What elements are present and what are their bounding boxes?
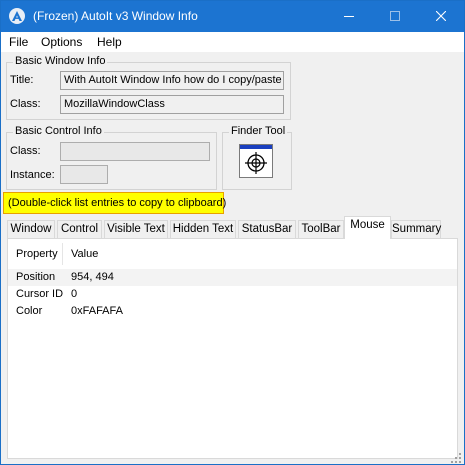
close-icon xyxy=(436,11,446,21)
crosshair-target-icon xyxy=(245,152,267,174)
tab-control[interactable]: Control xyxy=(57,220,102,238)
finder-tool-bar xyxy=(240,145,272,149)
menu-bar: File Options Help xyxy=(1,32,464,52)
class-label: Class: xyxy=(10,98,41,110)
basic-window-info-legend: Basic Window Info xyxy=(13,55,108,67)
tab-toolbar[interactable]: ToolBar xyxy=(298,220,344,238)
finder-tool-legend: Finder Tool xyxy=(229,125,288,137)
tab-statusbar[interactable]: StatusBar xyxy=(238,220,296,238)
minimize-icon xyxy=(344,16,354,17)
window-class-field[interactable]: MozillaWindowClass xyxy=(60,95,284,114)
basic-control-info-legend: Basic Control Info xyxy=(13,125,104,137)
maximize-icon xyxy=(390,11,400,21)
control-class-label: Class: xyxy=(10,145,41,157)
title-bar[interactable]: (Frozen) AutoIt v3 Window Info xyxy=(1,1,464,32)
control-class-field[interactable] xyxy=(60,142,210,161)
row-property: Cursor ID xyxy=(16,288,64,300)
column-property[interactable]: Property xyxy=(16,248,58,260)
mouse-tab-panel: Property Value Position 954, 494 Cursor … xyxy=(7,238,458,459)
tab-window[interactable]: Window xyxy=(7,220,55,238)
tab-hidden-text[interactable]: Hidden Text xyxy=(170,220,236,238)
row-value: 0xFAFAFA xyxy=(71,305,123,317)
finder-tool-button[interactable] xyxy=(239,144,273,178)
row-property: Color xyxy=(16,305,43,317)
tab-visible-text[interactable]: Visible Text xyxy=(104,220,168,238)
row-value: 0 xyxy=(71,288,78,300)
menu-help[interactable]: Help xyxy=(97,35,122,49)
tab-summary[interactable]: Summary xyxy=(391,220,441,238)
close-button[interactable] xyxy=(418,1,464,32)
maximize-button[interactable] xyxy=(372,1,418,32)
list-header: Property Value xyxy=(8,239,457,269)
menu-file[interactable]: File xyxy=(9,35,28,49)
row-value: 954, 494 xyxy=(71,271,114,283)
minimize-button[interactable] xyxy=(326,1,372,32)
title-label: Title: xyxy=(10,74,34,86)
column-value[interactable]: Value xyxy=(71,248,98,260)
clipboard-hint: (Double-click list entries to copy to cl… xyxy=(3,192,226,214)
window-title-field[interactable]: With AutoIt Window Info how do I copy/pa… xyxy=(60,71,284,90)
list-row[interactable]: Color 0xFAFAFA xyxy=(8,303,457,320)
list-row[interactable]: Cursor ID 0 xyxy=(8,286,457,303)
app-window: (Frozen) AutoIt v3 Window Info File Opti… xyxy=(0,0,465,465)
row-property: Position xyxy=(16,271,56,283)
basic-control-info-group: Basic Control Info xyxy=(6,125,217,190)
control-instance-field[interactable] xyxy=(60,165,108,184)
window-title: (Frozen) AutoIt v3 Window Info xyxy=(33,9,198,23)
resize-grip-icon[interactable] xyxy=(451,453,461,463)
tab-mouse[interactable]: Mouse xyxy=(344,216,391,239)
instance-label: Instance: xyxy=(10,169,55,181)
menu-options[interactable]: Options xyxy=(41,35,82,49)
autoit-app-icon xyxy=(9,8,25,24)
column-divider[interactable] xyxy=(62,243,63,265)
list-row[interactable]: Position 954, 494 xyxy=(8,269,457,286)
